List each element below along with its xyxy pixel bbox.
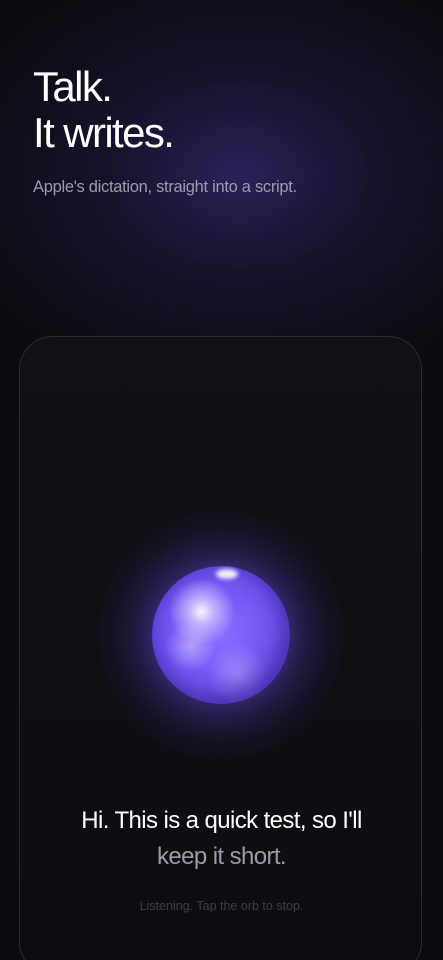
subtitle: Apple's dictation, straight into a scrip…	[33, 178, 297, 196]
orb-highlight	[215, 569, 238, 579]
headline: Talk. It writes.	[33, 64, 423, 156]
transcript-line-1: Hi. This is a quick test, so I'll	[81, 807, 362, 834]
listening-hint: Listening. Tap the orb to stop.	[139, 899, 304, 913]
transcript-line-2: keep it short.	[156, 843, 287, 870]
dictation-orb-button[interactable]	[151, 566, 290, 704]
headline-line-2: It writes.	[33, 109, 175, 156]
dictation-screen: Talk. It writes. Apple's dictation, stra…	[0, 0, 443, 960]
headline-line-1: Talk.	[33, 63, 113, 110]
hero-section: Talk. It writes. Apple's dictation, stra…	[33, 64, 423, 197]
dictation-card: Hi. This is a quick test, so I'll keep i…	[19, 336, 422, 960]
transcript: Hi. This is a quick test, so I'll keep i…	[20, 803, 423, 875]
